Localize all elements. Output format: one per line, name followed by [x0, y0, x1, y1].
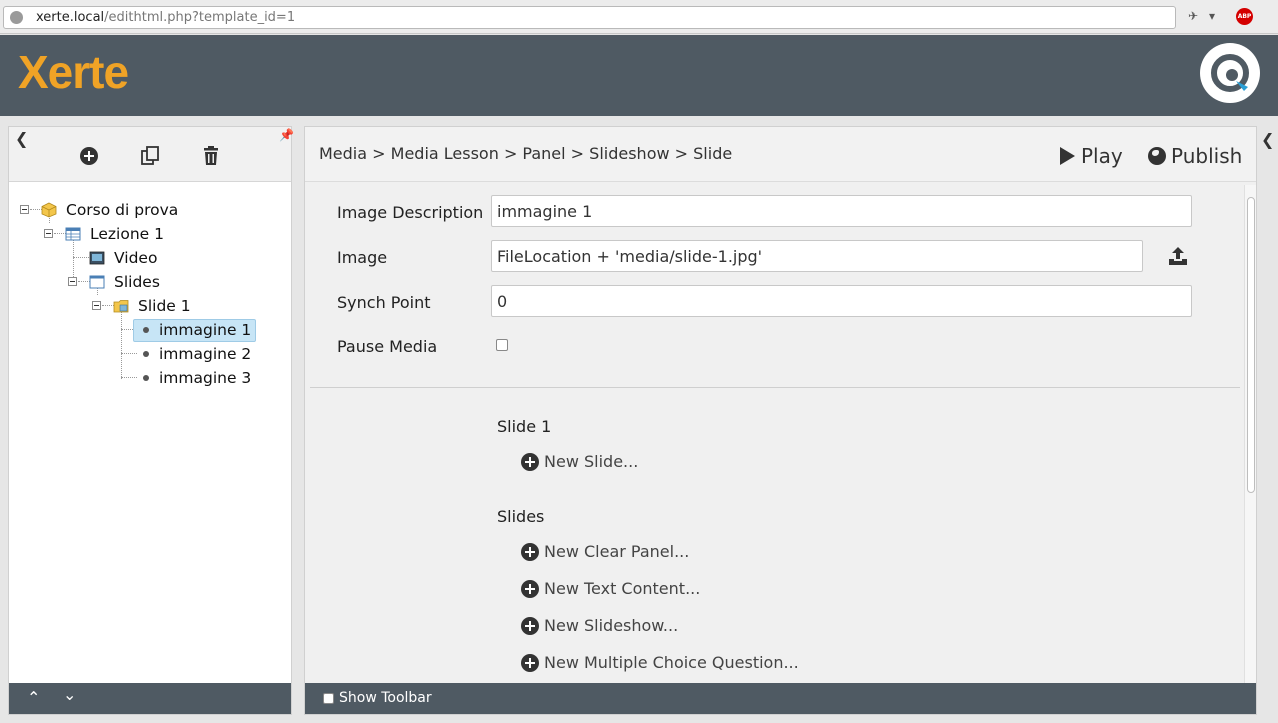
site-info-icon[interactable]: [10, 11, 23, 24]
structure-footer: ⌃ ⌄: [9, 683, 291, 714]
xerte-logo: Xerte: [18, 46, 129, 98]
app-header: Xerte: [0, 35, 1278, 116]
video-icon: [89, 251, 105, 265]
window-icon: [89, 275, 105, 289]
tree-collapse-toggle[interactable]: [20, 205, 29, 214]
plus-circle-icon: [521, 452, 539, 471]
breadcrumb: Media > Media Lesson > Panel > Slideshow…: [319, 144, 733, 163]
extension-icon[interactable]: ✈: [1188, 9, 1198, 23]
tree-node-slides[interactable]: Slides: [89, 271, 165, 293]
tree-node-label-selected: immagine 1: [133, 318, 257, 342]
brand-logo-icon: [1200, 43, 1260, 103]
add-node-icon[interactable]: [78, 145, 100, 167]
editor-header: Media > Media Lesson > Panel > Slideshow…: [305, 127, 1256, 182]
image-description-label: Image Description: [337, 203, 484, 222]
editor-footer: Show Toolbar: [305, 683, 1256, 714]
bullet-icon: [143, 374, 149, 381]
tree-collapse-toggle[interactable]: [92, 301, 101, 310]
synch-point-input[interactable]: [491, 285, 1192, 317]
tree-node-immagine-1[interactable]: immagine 1: [133, 318, 257, 342]
url-text: xerte.local/edithtml.php?template_id=1: [36, 10, 296, 25]
divider: [310, 387, 1240, 388]
chevron-down-icon[interactable]: ⌄: [63, 685, 76, 704]
upload-icon[interactable]: [1167, 245, 1189, 267]
section-title-slides: Slides: [497, 507, 545, 526]
address-bar[interactable]: xerte.local/edithtml.php?template_id=1: [3, 6, 1176, 29]
tree-node-slide-1[interactable]: Slide 1: [113, 295, 196, 317]
tree-node-immagine-3[interactable]: immagine 3: [133, 367, 256, 389]
new-multiple-choice-button[interactable]: New Multiple Choice Question...: [521, 653, 799, 672]
tree-collapse-toggle[interactable]: [44, 229, 53, 238]
structure-toolbar: ❮ 📌: [9, 127, 294, 182]
editor-scrollbar[interactable]: [1244, 185, 1256, 683]
delete-node-icon[interactable]: [200, 145, 222, 167]
tree-collapse-toggle[interactable]: [68, 277, 77, 286]
browser-toolbar: xerte.local/edithtml.php?template_id=1 ✈…: [0, 0, 1278, 34]
bullet-icon: [143, 350, 149, 357]
editor-panel: Media > Media Lesson > Panel > Slideshow…: [304, 126, 1257, 715]
tree-node-label: Video: [114, 248, 158, 267]
plus-circle-icon: [521, 653, 539, 672]
plus-circle-icon: [521, 542, 539, 561]
scrollbar-thumb[interactable]: [1247, 197, 1255, 493]
structure-panel: ❮ 📌 Corso di prova Lezione 1 Video Slide…: [8, 126, 294, 715]
dropdown-arrow-icon[interactable]: ▾: [1209, 9, 1215, 23]
tree-node-label: immagine 3: [133, 367, 256, 390]
tree-node-label: Slides: [114, 272, 160, 291]
pause-media-label: Pause Media: [337, 337, 438, 356]
collapse-left-icon[interactable]: ❮: [15, 129, 28, 148]
plus-circle-icon: [521, 616, 539, 635]
play-icon: [1060, 147, 1075, 165]
new-slide-button[interactable]: New Slide...: [521, 452, 638, 471]
pin-icon[interactable]: 📌: [279, 128, 294, 142]
section-title-slide-1: Slide 1: [497, 417, 552, 436]
globe-icon: [1148, 147, 1166, 165]
show-toolbar-checkbox[interactable]: [323, 693, 334, 704]
tree-node-label: Corso di prova: [66, 200, 179, 219]
show-toolbar-label: Show Toolbar: [339, 690, 432, 706]
new-slideshow-button[interactable]: New Slideshow...: [521, 616, 678, 635]
tree-node-corso[interactable]: Corso di prova: [41, 199, 183, 221]
right-panel-strip: ❮: [1258, 126, 1278, 715]
publish-button[interactable]: Publish: [1148, 144, 1242, 168]
folder-image-icon: [113, 300, 129, 313]
table-icon: [65, 227, 81, 241]
tree-node-label: immagine 2: [133, 343, 256, 366]
package-icon: [41, 202, 57, 218]
image-input[interactable]: [491, 240, 1143, 272]
tree-node-immagine-2[interactable]: immagine 2: [133, 343, 256, 365]
pause-media-checkbox[interactable]: [496, 339, 508, 351]
bullet-icon: [143, 326, 149, 333]
tree-node-label: Slide 1: [138, 296, 191, 315]
tree-node-video[interactable]: Video: [89, 247, 162, 269]
new-clear-panel-button[interactable]: New Clear Panel...: [521, 542, 689, 561]
chevron-up-icon[interactable]: ⌃: [27, 688, 40, 707]
collapse-right-icon[interactable]: ❮: [1261, 130, 1274, 149]
plus-circle-icon: [521, 579, 539, 598]
play-button[interactable]: Play: [1060, 144, 1123, 168]
image-description-input[interactable]: [491, 195, 1192, 227]
copy-node-icon[interactable]: [139, 145, 161, 167]
new-text-content-button[interactable]: New Text Content...: [521, 579, 700, 598]
synch-point-label: Synch Point: [337, 293, 431, 312]
tree-node-label: Lezione 1: [90, 224, 164, 243]
adblock-icon[interactable]: ABP: [1236, 8, 1253, 25]
tree-node-lezione[interactable]: Lezione 1: [65, 223, 169, 245]
image-label: Image: [337, 248, 388, 267]
